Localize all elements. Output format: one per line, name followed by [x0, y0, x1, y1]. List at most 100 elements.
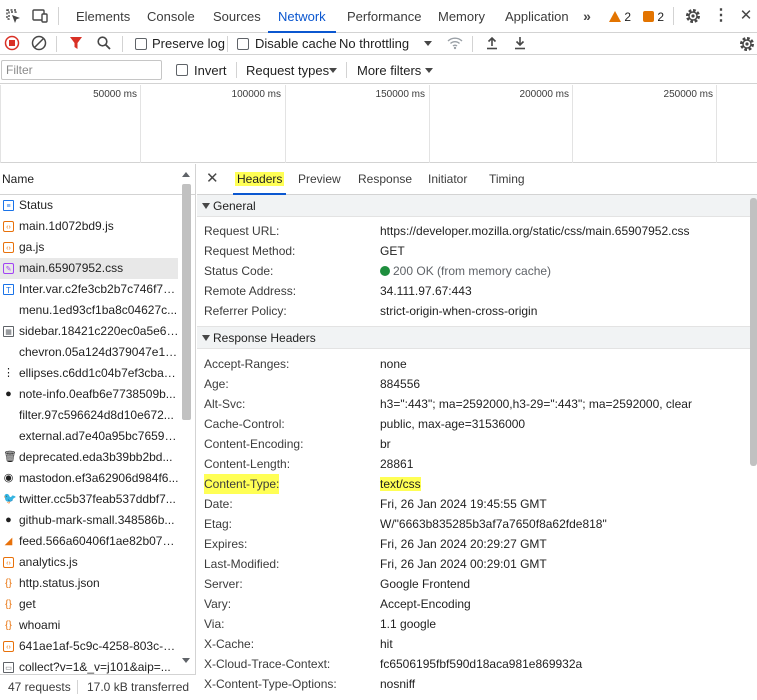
request-list-scrollbar[interactable]: [180, 170, 192, 670]
tab-headers[interactable]: Headers: [233, 164, 287, 195]
tab-performance[interactable]: Performance: [337, 0, 431, 33]
device-toolbar-icon[interactable]: [31, 7, 49, 25]
warnings-badge[interactable]: 2: [609, 9, 631, 25]
request-row[interactable]: chevron.05a124d379047e16...: [0, 342, 178, 363]
network-conditions-wifi-icon[interactable]: [446, 35, 464, 53]
tab-preview[interactable]: Preview: [298, 164, 341, 195]
header-value-text: fc6506195fbf590d18aca981e869932a: [380, 657, 583, 671]
preserve-log-checkbox[interactable]: [135, 38, 147, 50]
settings-gear-icon[interactable]: [684, 7, 702, 25]
request-row[interactable]: ◢ feed.566a60406f1ae82b073...: [0, 531, 178, 552]
header-value[interactable]: W/"6663b835285b3af7a7650f8a62fde818": [380, 514, 607, 534]
export-har-icon[interactable]: [511, 35, 529, 53]
response-headers-section-header[interactable]: Response Headers: [197, 327, 757, 349]
header-value[interactable]: 884556: [380, 374, 420, 394]
header-value[interactable]: GET: [380, 241, 405, 261]
throttling-dropdown-icon[interactable]: [424, 41, 432, 46]
inspect-element-icon[interactable]: [4, 7, 22, 25]
header-value[interactable]: Fri, 26 Jan 2024 00:29:01 GMT: [380, 554, 547, 574]
request-row[interactable]: ‹› ga.js: [0, 237, 178, 258]
header-value[interactable]: 200 OK (from memory cache): [380, 261, 551, 281]
details-scroll-thumb[interactable]: [750, 198, 757, 466]
request-row[interactable]: {} whoami: [0, 615, 178, 636]
disable-cache-checkbox[interactable]: [237, 38, 249, 50]
header-value[interactable]: hit: [380, 634, 393, 654]
request-row[interactable]: ≡ Status: [0, 195, 178, 216]
request-row[interactable]: 🐦 twitter.cc5b37feab537ddbf7...: [0, 489, 178, 510]
filter-funnel-icon[interactable]: [67, 35, 85, 53]
header-value[interactable]: Fri, 26 Jan 2024 20:29:27 GMT: [380, 534, 547, 554]
more-filters-caret-icon[interactable]: [425, 68, 433, 73]
header-value[interactable]: 1.1 google: [380, 614, 436, 634]
header-value[interactable]: strict-origin-when-cross-origin: [380, 301, 537, 321]
scroll-up-arrow-icon[interactable]: [182, 172, 190, 177]
network-overview-timeline[interactable]: 50000 ms 100000 ms 150000 ms 200000 ms 2…: [0, 85, 757, 163]
request-row[interactable]: external.ad7e40a95bc76596...: [0, 426, 178, 447]
header-value[interactable]: public, max-age=31536000: [380, 414, 525, 434]
request-row[interactable]: ‹› main.1d072bd9.js: [0, 216, 178, 237]
close-details-icon[interactable]: ✕: [206, 171, 219, 187]
clear-icon[interactable]: [30, 35, 48, 53]
request-row[interactable]: ▦ sidebar.18421c220ec0a5e69...: [0, 321, 178, 342]
request-row[interactable]: ● github-mark-small.348586b...: [0, 510, 178, 531]
scroll-down-arrow-icon[interactable]: [182, 658, 190, 663]
import-har-icon[interactable]: [483, 35, 501, 53]
general-section-header[interactable]: General: [197, 195, 757, 217]
header-value[interactable]: Google Frontend: [380, 574, 470, 594]
filter-input[interactable]: [1, 60, 162, 80]
errors-badge[interactable]: 2: [643, 9, 664, 25]
tab-elements[interactable]: Elements: [66, 0, 140, 33]
request-row[interactable]: menu.1ed93cf1ba8c04627c...: [0, 300, 178, 321]
tab-network[interactable]: Network: [268, 0, 336, 33]
request-rows: ≡ Status ‹› main.1d072bd9.js ‹› ga.js ✎ main.65…: [0, 195, 195, 674]
header-row: X-Cloud-Trace-Context: fc6506195fbf590d18…: [197, 654, 757, 674]
request-row[interactable]: ▭ collect?v=1&_v=j101&aip=...: [0, 657, 178, 674]
kebab-menu-icon[interactable]: ⋮: [712, 7, 730, 25]
tab-memory[interactable]: Memory: [428, 0, 495, 33]
network-settings-gear-icon[interactable]: [738, 35, 756, 53]
tab-console[interactable]: Console: [137, 0, 205, 33]
header-value[interactable]: 28861: [380, 454, 413, 474]
request-name: external.ad7e40a95bc76596...: [19, 429, 178, 443]
header-name: Via:: [204, 617, 225, 631]
stop-recording-icon[interactable]: [3, 35, 21, 53]
header-value[interactable]: 34.111.97.67:443: [380, 281, 472, 301]
header-value[interactable]: https://developer.mozilla.org/static/css…: [380, 221, 690, 241]
request-row[interactable]: T Inter.var.c2fe3cb2b7c746f79...: [0, 279, 178, 300]
request-row[interactable]: ● note-info.0eafb6e7738509b...: [0, 384, 178, 405]
header-value[interactable]: none: [380, 354, 407, 374]
close-devtools-icon[interactable]: ✕: [737, 7, 755, 25]
header-value[interactable]: Fri, 26 Jan 2024 19:45:55 GMT: [380, 494, 547, 514]
request-row[interactable]: {} http.status.json: [0, 573, 178, 594]
details-scrollbar[interactable]: [749, 196, 757, 700]
throttling-select[interactable]: No throttling: [339, 36, 409, 52]
request-row[interactable]: ⋮ ellipses.c6dd1c04b7ef3cba1...: [0, 363, 178, 384]
request-list-scroll-thumb[interactable]: [182, 184, 191, 420]
header-value[interactable]: h3=":443"; ma=2592000,h3-29=":443"; ma=2…: [380, 394, 692, 414]
header-name: Request URL:: [204, 224, 280, 238]
header-value[interactable]: nosniff: [380, 674, 415, 694]
more-filters-dropdown[interactable]: More filters: [357, 63, 421, 79]
request-row[interactable]: 🗑 deprecated.eda3b39bb2bd...: [0, 447, 178, 468]
tab-application[interactable]: Application: [495, 0, 579, 33]
search-icon[interactable]: [95, 35, 113, 53]
request-row[interactable]: ◉ mastodon.ef3a62906d984f6...: [0, 468, 178, 489]
request-types-dropdown[interactable]: Request types: [246, 63, 329, 79]
header-value[interactable]: fc6506195fbf590d18aca981e869932a: [380, 654, 582, 674]
request-row[interactable]: ‹› analytics.js: [0, 552, 178, 573]
tab-timing[interactable]: Timing: [489, 164, 525, 195]
tab-response[interactable]: Response: [358, 164, 412, 195]
request-row[interactable]: filter.97c596624d8d10e672...: [0, 405, 178, 426]
tab-initiator[interactable]: Initiator: [428, 164, 467, 195]
invert-checkbox[interactable]: [176, 64, 188, 76]
name-column-header[interactable]: Name: [0, 164, 195, 195]
header-value[interactable]: Accept-Encoding: [380, 594, 471, 614]
request-types-caret-icon[interactable]: [329, 68, 337, 73]
request-row[interactable]: ✎ main.65907952.css: [0, 258, 178, 279]
header-value[interactable]: br: [380, 434, 391, 454]
request-row[interactable]: ‹› 641ae1af-5c9c-4258-803c-6...: [0, 636, 178, 657]
request-row[interactable]: {} get: [0, 594, 178, 615]
more-tabs-chevron-icon[interactable]: »: [578, 7, 596, 25]
tab-sources[interactable]: Sources: [203, 0, 271, 33]
header-value[interactable]: text/css: [380, 474, 421, 494]
